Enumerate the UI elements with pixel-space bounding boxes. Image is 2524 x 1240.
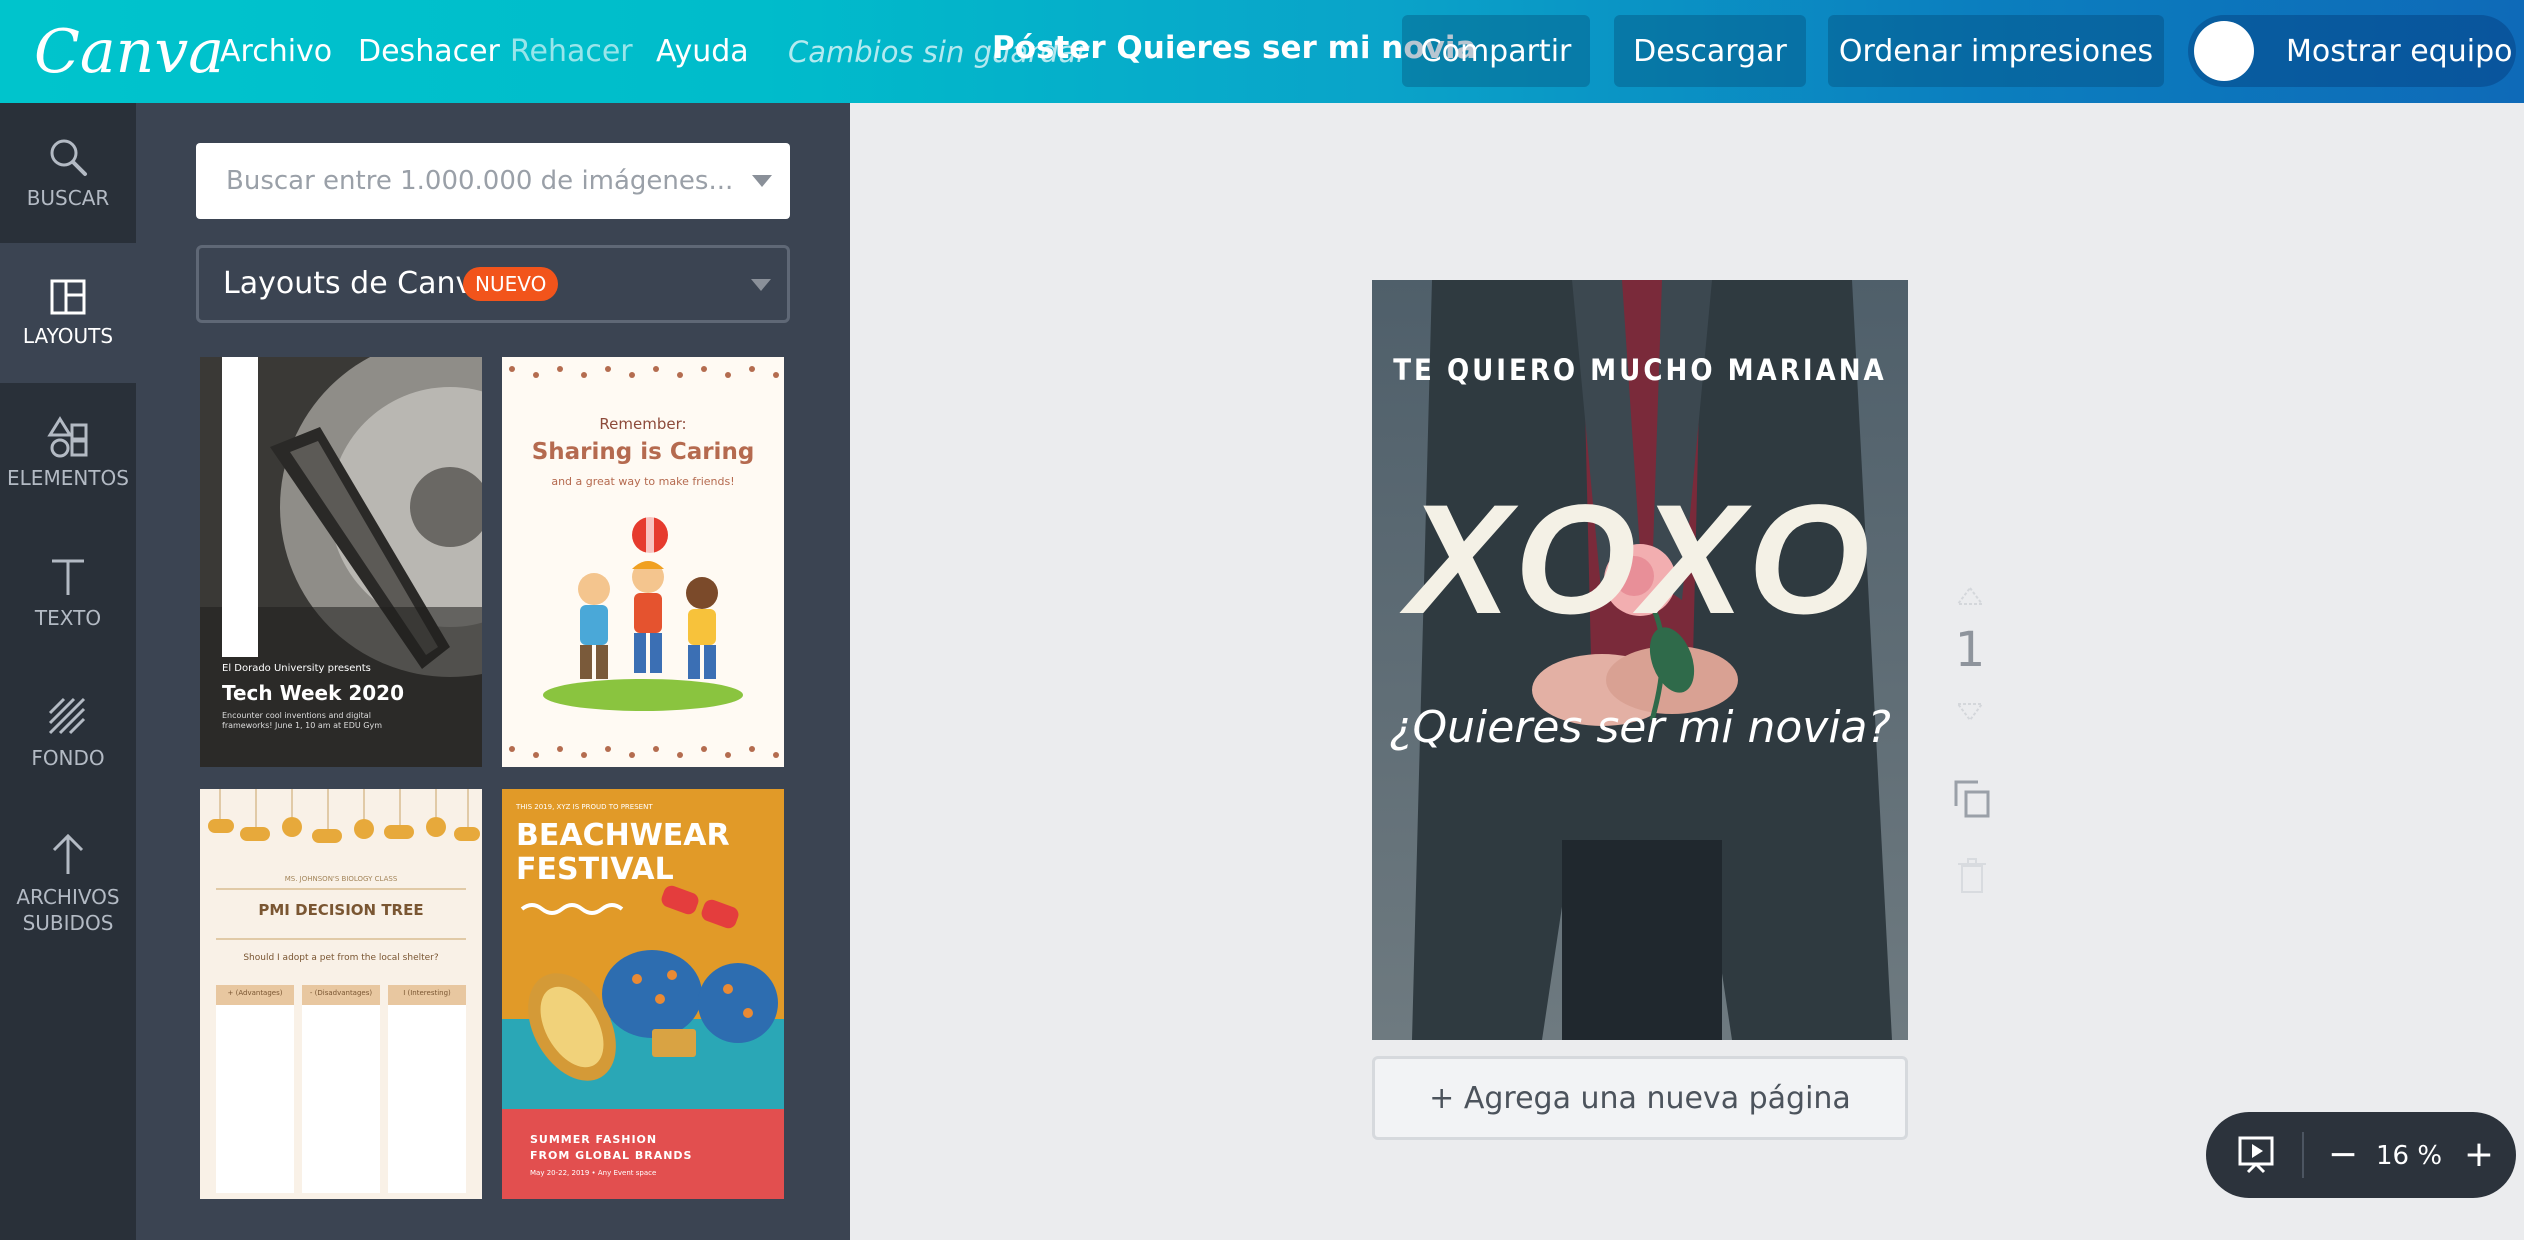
zoom-controls: − 16 % +: [2206, 1112, 2516, 1198]
template-title: PMI DECISION TREE: [258, 901, 424, 919]
presentation-icon[interactable]: [2236, 1134, 2276, 1176]
template-sharing[interactable]: Remember: Sharing is Caring and a great …: [502, 357, 784, 767]
page-number: 1: [1954, 622, 1986, 678]
chevron-down-icon: [751, 279, 771, 291]
menu-archivo[interactable]: Archivo: [220, 30, 332, 74]
rail-item-elementos[interactable]: ELEMENTOS: [0, 383, 136, 523]
team-avatar: [2194, 21, 2254, 81]
chevron-down-icon[interactable]: [752, 175, 772, 187]
template-col: + (Advantages): [227, 989, 283, 997]
share-button[interactable]: Compartir: [1402, 15, 1590, 87]
canva-logo[interactable]: Canva: [34, 12, 224, 92]
template-title: Tech Week 2020: [222, 681, 405, 705]
template-title: Sharing is Caring: [531, 439, 755, 465]
move-page-up-icon[interactable]: [1956, 586, 1984, 606]
template-foot-2: FROM GLOBAL BRANDS: [530, 1149, 693, 1162]
top-bar: Canva Archivo Deshacer Rehacer Ayuda Cam…: [0, 0, 2524, 103]
template-col: I (Interesting): [403, 989, 451, 997]
delete-page-icon[interactable]: [1958, 858, 1986, 894]
layouts-dropdown[interactable]: Layouts de Canva NUEVO: [196, 245, 790, 323]
rail-label: FONDO: [31, 746, 105, 770]
background-icon: [48, 697, 86, 735]
menu-deshacer[interactable]: Deshacer: [358, 30, 500, 74]
zoom-in-button[interactable]: +: [2462, 1130, 2496, 1180]
template-pmi[interactable]: MS. JOHNSON'S BIOLOGY CLASS PMI DECISION…: [200, 789, 482, 1199]
template-small-text: El Dorado University presents: [222, 663, 371, 674]
template-col: - (Disadvantages): [309, 989, 373, 997]
image-search[interactable]: [196, 143, 790, 219]
download-button[interactable]: Descargar: [1614, 15, 1806, 87]
layouts-label: Layouts de Canva: [223, 266, 492, 301]
upload-icon: [52, 833, 84, 874]
menu-ayuda[interactable]: Ayuda: [656, 30, 749, 74]
rail-label: TEXTO: [34, 606, 102, 630]
elements-icon: [47, 416, 88, 458]
rail-label: ARCHIVOS SUBIDOS: [16, 885, 120, 935]
template-class: MS. JOHNSON'S BIOLOGY CLASS: [284, 875, 398, 883]
poster-main-text[interactable]: XOXO: [1372, 480, 1908, 640]
add-page-button[interactable]: + Agrega una nueva página: [1372, 1056, 1908, 1140]
layouts-icon: [50, 279, 86, 315]
rail-label: ELEMENTOS: [7, 466, 129, 490]
menu-rehacer[interactable]: Rehacer: [510, 30, 633, 74]
poster-line1[interactable]: TE QUIERO MUCHO MARIANA: [1372, 352, 1908, 388]
rail-label: BUSCAR: [26, 186, 110, 210]
search-icon: [50, 139, 87, 176]
layouts-panel: Layouts de Canva NUEVO El Dorado Univers…: [136, 103, 850, 1240]
poster-question[interactable]: ¿Quieres ser mi novia?: [1372, 700, 1908, 756]
rail-item-fondo[interactable]: FONDO: [0, 663, 136, 803]
template-question: Should I adopt a pet from the local shel…: [243, 953, 439, 963]
rail-item-texto[interactable]: TEXTO: [0, 523, 136, 663]
rail-item-layouts[interactable]: LAYOUTS: [0, 243, 136, 383]
move-page-down-icon[interactable]: [1956, 702, 1984, 722]
show-team-label: Mostrar equipo: [2286, 33, 2513, 69]
template-date: May 20-22, 2019 • Any Event space: [530, 1169, 657, 1177]
template-sub: and a great way to make friends!: [551, 475, 735, 488]
template-beachwear[interactable]: THIS 2019, XYZ IS PROUD TO PRESENT BEACH…: [502, 789, 784, 1199]
zoom-level[interactable]: 16 %: [2366, 1134, 2452, 1178]
search-input[interactable]: [196, 143, 736, 219]
zoom-out-button[interactable]: −: [2326, 1130, 2360, 1180]
show-team-button[interactable]: Mostrar equipo: [2188, 15, 2516, 87]
template-kicker: Remember:: [599, 415, 687, 433]
template-tech-week[interactable]: El Dorado University presents Tech Week …: [200, 357, 482, 767]
template-title-2: FESTIVAL: [516, 852, 674, 887]
hard-drive-image: [200, 357, 482, 767]
poster-page[interactable]: TE QUIERO MUCHO MARIANA XOXO ¿Quieres se…: [1372, 280, 1908, 1040]
rail-label: LAYOUTS: [22, 324, 114, 348]
left-rail: BUSCAR LAYOUTS ELEMENTOS TEXTO FONDO ARC…: [0, 103, 136, 1240]
template-foot-1: SUMMER FASHION: [530, 1133, 658, 1146]
template-title-1: BEACHWEAR: [516, 818, 730, 853]
duplicate-page-icon[interactable]: [1952, 778, 1992, 820]
text-icon: [52, 559, 84, 595]
template-small-text: THIS 2019, XYZ IS PROUD TO PRESENT: [516, 803, 653, 811]
new-badge: NUEVO: [463, 267, 559, 301]
rail-item-buscar[interactable]: BUSCAR: [0, 103, 136, 243]
zoom-divider: [2302, 1132, 2304, 1178]
poster-photo: [1372, 280, 1908, 1040]
rail-item-archivos[interactable]: ARCHIVOS SUBIDOS: [0, 803, 136, 963]
template-desc: Encounter cool inventions and digital fr…: [222, 711, 383, 730]
order-prints-button[interactable]: Ordenar impresiones: [1828, 15, 2164, 87]
